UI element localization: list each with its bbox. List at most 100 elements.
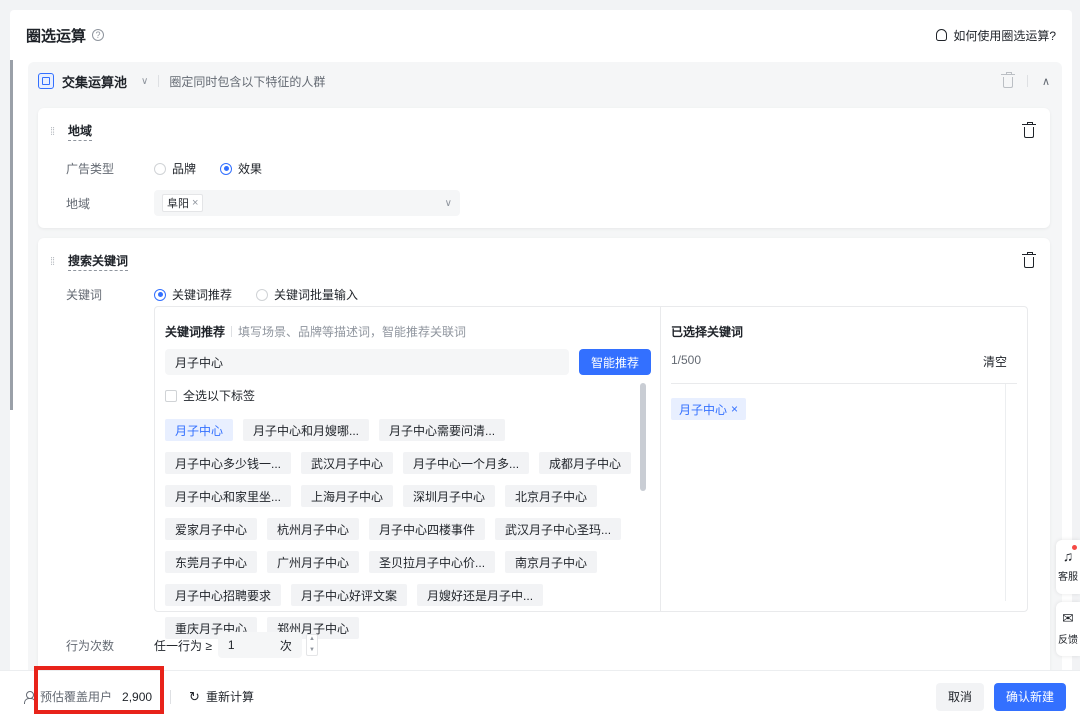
keyword-chip[interactable]: 南京月子中心 (505, 551, 598, 573)
keyword-chip[interactable]: 广州月子中心 (267, 551, 360, 573)
divider (170, 689, 172, 704)
mode-recommend-radio[interactable]: 关键词推荐 (154, 286, 232, 303)
region-card: ⁞⁞ 地域 广告类型 品牌 效果 地域 阜阳 × ∨ (38, 108, 1050, 228)
keyword-delete-icon[interactable] (1022, 252, 1036, 268)
keyword-chip[interactable]: 北京月子中心 (505, 485, 598, 507)
chevron-down-icon[interactable]: ∨ (141, 76, 148, 87)
keyword-chip[interactable]: 月子中心和家里坐... (165, 485, 292, 507)
pool-header: 交集运算池 ∨ 圈定同时包含以下特征的人群 ∧ (28, 62, 1062, 100)
drag-handle-icon[interactable]: ⁞⁞ (50, 256, 62, 268)
main-panel: 圈选运算 ? 如何使用圈选运算? 交集运算池 ∨ 圈定同时包含以下特征的人群 ∧… (10, 10, 1072, 722)
footer-actions: 取消 确认新建 (935, 682, 1066, 711)
keyword-mode-row: 关键词 关键词推荐 关键词批量输入 (66, 286, 382, 303)
recalculate-button[interactable]: ↻ 重新计算 (189, 688, 254, 705)
radio-checked-icon (220, 162, 233, 175)
keyword-chip[interactable]: 成都月子中心 (539, 452, 632, 474)
pool-description: 圈定同时包含以下特征的人群 (169, 74, 326, 89)
keyword-label: 关键词 (66, 288, 103, 302)
keyword-chip[interactable]: 杭州月子中心 (267, 518, 360, 540)
highlight-box (34, 666, 164, 714)
keyword-card: ⁞⁞ 搜索关键词 关键词 关键词推荐 关键词批量输入 关键词推荐 填写场景、品牌… (38, 238, 1050, 682)
bulb-icon (936, 29, 948, 41)
keyword-recommend-panel: 关键词推荐 填写场景、品牌等描述词，智能推荐关联词 月子中心 智能推荐 全选以下… (155, 307, 661, 639)
keyword-chip[interactable]: 东莞月子中心 (165, 551, 258, 573)
mail-icon: ✉ (1062, 610, 1074, 626)
checkbox-icon (165, 389, 177, 402)
recommend-header: 关键词推荐 填写场景、品牌等描述词，智能推荐关联词 (165, 325, 467, 339)
feedback-button[interactable]: ✉ 反馈 (1056, 602, 1080, 656)
region-select[interactable]: 阜阳 × ∨ (154, 190, 460, 216)
keyword-chip[interactable]: 圣贝拉月子中心价... (369, 551, 496, 573)
mode-batch-radio[interactable]: 关键词批量输入 (256, 286, 358, 303)
keyword-box: 关键词推荐 填写场景、品牌等描述词，智能推荐关联词 月子中心 智能推荐 全选以下… (154, 306, 1028, 639)
region-row: 地域 阜阳 × ∨ (66, 190, 460, 216)
keyword-chip[interactable]: 上海月子中心 (301, 485, 394, 507)
clear-button[interactable]: 清空 (983, 353, 1007, 370)
chips-scrollbar[interactable] (639, 383, 647, 607)
region-card-header: ⁞⁞ 地域 (50, 122, 1036, 141)
smart-recommend-button[interactable]: 智能推荐 (579, 349, 651, 375)
frequency-row: 行为次数 任一行为 ≥ 1 次 ▲ ▼ (66, 632, 318, 658)
keyword-chip[interactable]: 月子中心招聘要求 (165, 584, 282, 606)
how-to-link[interactable]: 如何使用圈选运算? (936, 27, 1056, 44)
ad-type-performance-radio[interactable]: 效果 (220, 160, 262, 177)
pool-name[interactable]: 交集运算池 (62, 72, 127, 91)
keyword-chip[interactable]: 月子中心多少钱一... (165, 452, 292, 474)
selected-keywords-panel: 已选择关键词 1/500 清空 月子中心 × (661, 307, 1027, 611)
keyword-chips: 月子中心 月子中心和月嫂哪... 月子中心需要问清... 月子中心多少钱一...… (165, 419, 635, 639)
pool-delete-icon[interactable] (1000, 71, 1015, 88)
selected-count: 1/500 (671, 353, 702, 367)
keyword-chip[interactable]: 爱家月子中心 (165, 518, 258, 540)
radio-icon (154, 162, 166, 175)
divider (158, 75, 160, 87)
cancel-button[interactable]: 取消 (935, 682, 984, 711)
close-icon[interactable]: × (731, 402, 738, 416)
region-delete-icon[interactable] (1022, 122, 1036, 138)
ad-type-label: 广告类型 (66, 162, 115, 176)
keyword-chip[interactable]: 武汉月子中心圣玛... (495, 518, 622, 540)
keyword-card-title: 搜索关键词 (68, 252, 129, 271)
select-all-checkbox[interactable]: 全选以下标签 (165, 387, 255, 404)
selected-area: 月子中心 × (671, 383, 1017, 601)
tag-close-icon[interactable]: × (192, 197, 198, 209)
keyword-chip[interactable]: 月子中心和月嫂哪... (243, 419, 370, 441)
frequency-prefix: 任一行为 ≥ (154, 638, 212, 653)
keyword-chip[interactable]: 月子中心好评文案 (291, 584, 408, 606)
collapse-icon[interactable]: ∧ (1042, 75, 1050, 88)
divider (1026, 75, 1028, 87)
confirm-create-button[interactable]: 确认新建 (993, 682, 1066, 711)
keyword-card-header: ⁞⁞ 搜索关键词 (50, 252, 1036, 271)
refresh-icon: ↻ (189, 688, 200, 704)
pool-tools: ∧ (1000, 71, 1050, 88)
notification-dot (1072, 545, 1077, 550)
keyword-chip[interactable]: 武汉月子中心 (301, 452, 394, 474)
user-icon (24, 690, 36, 704)
keyword-input[interactable]: 月子中心 (165, 349, 569, 375)
frequency-label: 行为次数 (66, 638, 115, 653)
keyword-chip[interactable]: 月嫂好还是月子中... (417, 584, 544, 606)
region-tag: 阜阳 × (162, 194, 204, 212)
selected-keyword-chip: 月子中心 × (671, 398, 747, 420)
keyword-chip[interactable]: 月子中心需要问清... (379, 419, 506, 441)
divider (231, 326, 233, 337)
keyword-chip[interactable]: 深圳月子中心 (403, 485, 496, 507)
radio-icon (256, 288, 269, 301)
region-label: 地域 (66, 196, 91, 211)
selected-scrollbar[interactable] (1005, 384, 1017, 601)
customer-service-button[interactable]: ♫ 客服 (1056, 540, 1080, 594)
scroll-thumb[interactable] (640, 383, 646, 491)
help-icon[interactable]: ? (92, 29, 105, 41)
page-title: 圈选运算 ? (26, 25, 105, 46)
left-strip (10, 60, 13, 410)
drag-handle-icon[interactable]: ⁞⁞ (50, 126, 62, 138)
frequency-input[interactable]: 1 次 (217, 632, 302, 658)
region-card-title: 地域 (68, 122, 93, 141)
keyword-chip[interactable]: 月子中心 (165, 419, 234, 441)
keyword-chip[interactable]: 月子中心四楼事件 (369, 518, 486, 540)
selected-title: 已选择关键词 (671, 325, 744, 339)
chevron-down-icon[interactable]: ∨ (445, 198, 452, 209)
intersection-icon (38, 73, 54, 89)
keyword-chip[interactable]: 月子中心一个月多... (403, 452, 530, 474)
ad-type-brand-radio[interactable]: 品牌 (154, 160, 196, 177)
quantity-stepper[interactable]: ▲ ▼ (305, 634, 318, 656)
